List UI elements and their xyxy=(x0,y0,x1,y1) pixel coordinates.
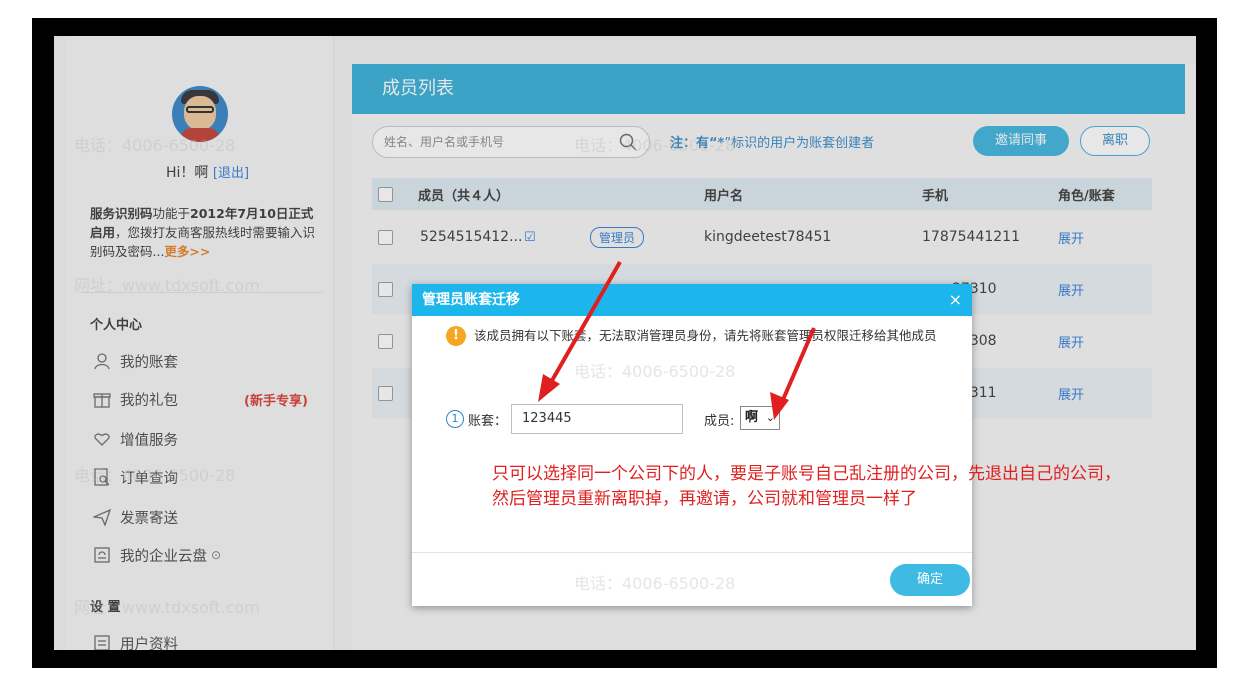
arrow-to-member xyxy=(770,327,816,420)
app-screen: Hi！啊 [退出] 服务识别码功能于2012年7月10日正式启用，您拨打友商客服… xyxy=(54,36,1196,650)
arrow-to-account xyxy=(538,261,622,402)
annotation-arrows xyxy=(538,261,816,420)
